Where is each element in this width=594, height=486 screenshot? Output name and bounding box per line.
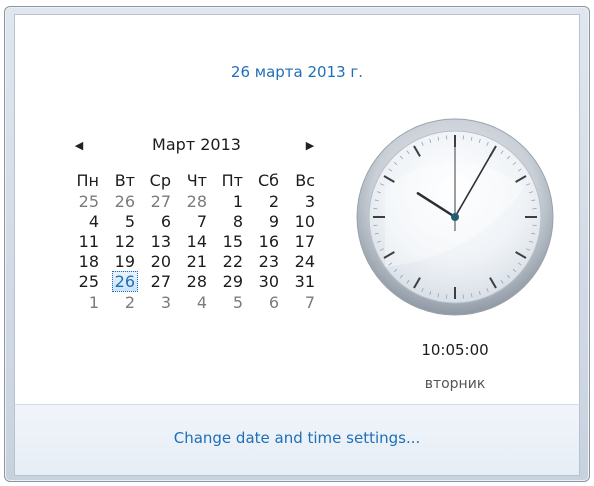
day-cell[interactable]: 18 [69,251,105,271]
day-cell[interactable]: 22 [213,251,249,271]
day-cell[interactable]: 28 [177,271,213,292]
day-cell[interactable]: 27 [141,191,177,211]
day-cell[interactable]: 11 [69,231,105,251]
day-cell[interactable]: 3 [285,191,321,211]
day-cell[interactable]: 1 [69,292,105,312]
day-cell[interactable]: 6 [249,292,285,312]
clock-center-pin [451,213,459,221]
day-cell[interactable]: 31 [285,271,321,292]
day-cell[interactable]: 16 [249,231,285,251]
week-row: 25 26 27 28 29 30 31 [69,271,321,292]
weekday-label: Сб [257,170,279,190]
week-row: 25 26 27 28 1 2 3 [69,191,321,211]
day-cell[interactable]: 7 [177,211,213,231]
day-cell[interactable]: 24 [285,251,321,271]
calendar-grid: Пн Вт Ср Чт Пт Сб Вс 25 26 27 28 1 2 3 4… [69,169,321,312]
day-cell[interactable]: 5 [105,211,141,231]
day-cell[interactable]: 25 [69,191,105,211]
day-cell[interactable]: 27 [141,271,177,292]
day-cell[interactable]: 26 [105,191,141,211]
day-cell[interactable]: 12 [105,231,141,251]
weekday-header-row: Пн Вт Ср Чт Пт Сб Вс [69,169,321,191]
day-cell[interactable]: 5 [213,292,249,312]
week-row: 1 2 3 4 5 6 7 [69,292,321,312]
week-row: 18 19 20 21 22 23 24 [69,251,321,271]
current-date-link[interactable]: 26 марта 2013 г. [15,63,579,81]
day-cell[interactable]: 28 [177,191,213,211]
day-cell[interactable]: 8 [213,211,249,231]
day-cell[interactable]: 1 [213,191,249,211]
day-cell[interactable]: 19 [105,251,141,271]
weekday-label: Пн [76,170,100,190]
day-cell[interactable]: 2 [249,191,285,211]
day-cell[interactable]: 20 [141,251,177,271]
weekday-label: вторник [424,376,486,392]
weekday-label: Пт [221,170,243,190]
day-cell[interactable]: 23 [249,251,285,271]
today-day-label: 26 [111,271,138,292]
day-cell[interactable]: 29 [213,271,249,292]
week-row: 4 5 6 7 8 9 10 [69,211,321,231]
weekday-label: Чт [186,170,207,190]
day-cell[interactable]: 7 [285,292,321,312]
analog-clock [356,118,554,316]
calendar-header: ◀ Март 2013 ▶ [69,133,324,157]
weekday-label: Ср [149,170,171,190]
day-cell[interactable]: 21 [177,251,213,271]
day-cell[interactable]: 13 [141,231,177,251]
change-date-time-settings-link[interactable]: Change date and time settings... [15,429,579,447]
day-cell[interactable]: 17 [285,231,321,251]
day-cell[interactable]: 10 [285,211,321,231]
today-day-cell[interactable]: 26 [105,271,141,292]
day-cell[interactable]: 6 [141,211,177,231]
day-cell[interactable]: 9 [249,211,285,231]
weekday-label: Вт [114,170,135,190]
day-cell[interactable]: 2 [105,292,141,312]
month-calendar: ◀ Март 2013 ▶ Пн Вт Ср Чт Пт Сб Вс 25 26 [69,133,324,312]
footer-bar: Change date and time settings... [14,404,580,476]
day-cell[interactable]: 30 [249,271,285,292]
day-cell[interactable]: 25 [69,271,105,292]
month-title[interactable]: Март 2013 [69,135,324,154]
weekday-label: Вс [295,170,315,190]
day-cell[interactable]: 14 [177,231,213,251]
digital-time: 10:05:00 [421,341,489,359]
day-cell[interactable]: 15 [213,231,249,251]
week-row: 11 12 13 14 15 16 17 [69,231,321,251]
next-month-icon[interactable]: ▶ [300,137,320,155]
day-cell[interactable]: 4 [177,292,213,312]
day-cell[interactable]: 3 [141,292,177,312]
day-cell[interactable]: 4 [69,211,105,231]
